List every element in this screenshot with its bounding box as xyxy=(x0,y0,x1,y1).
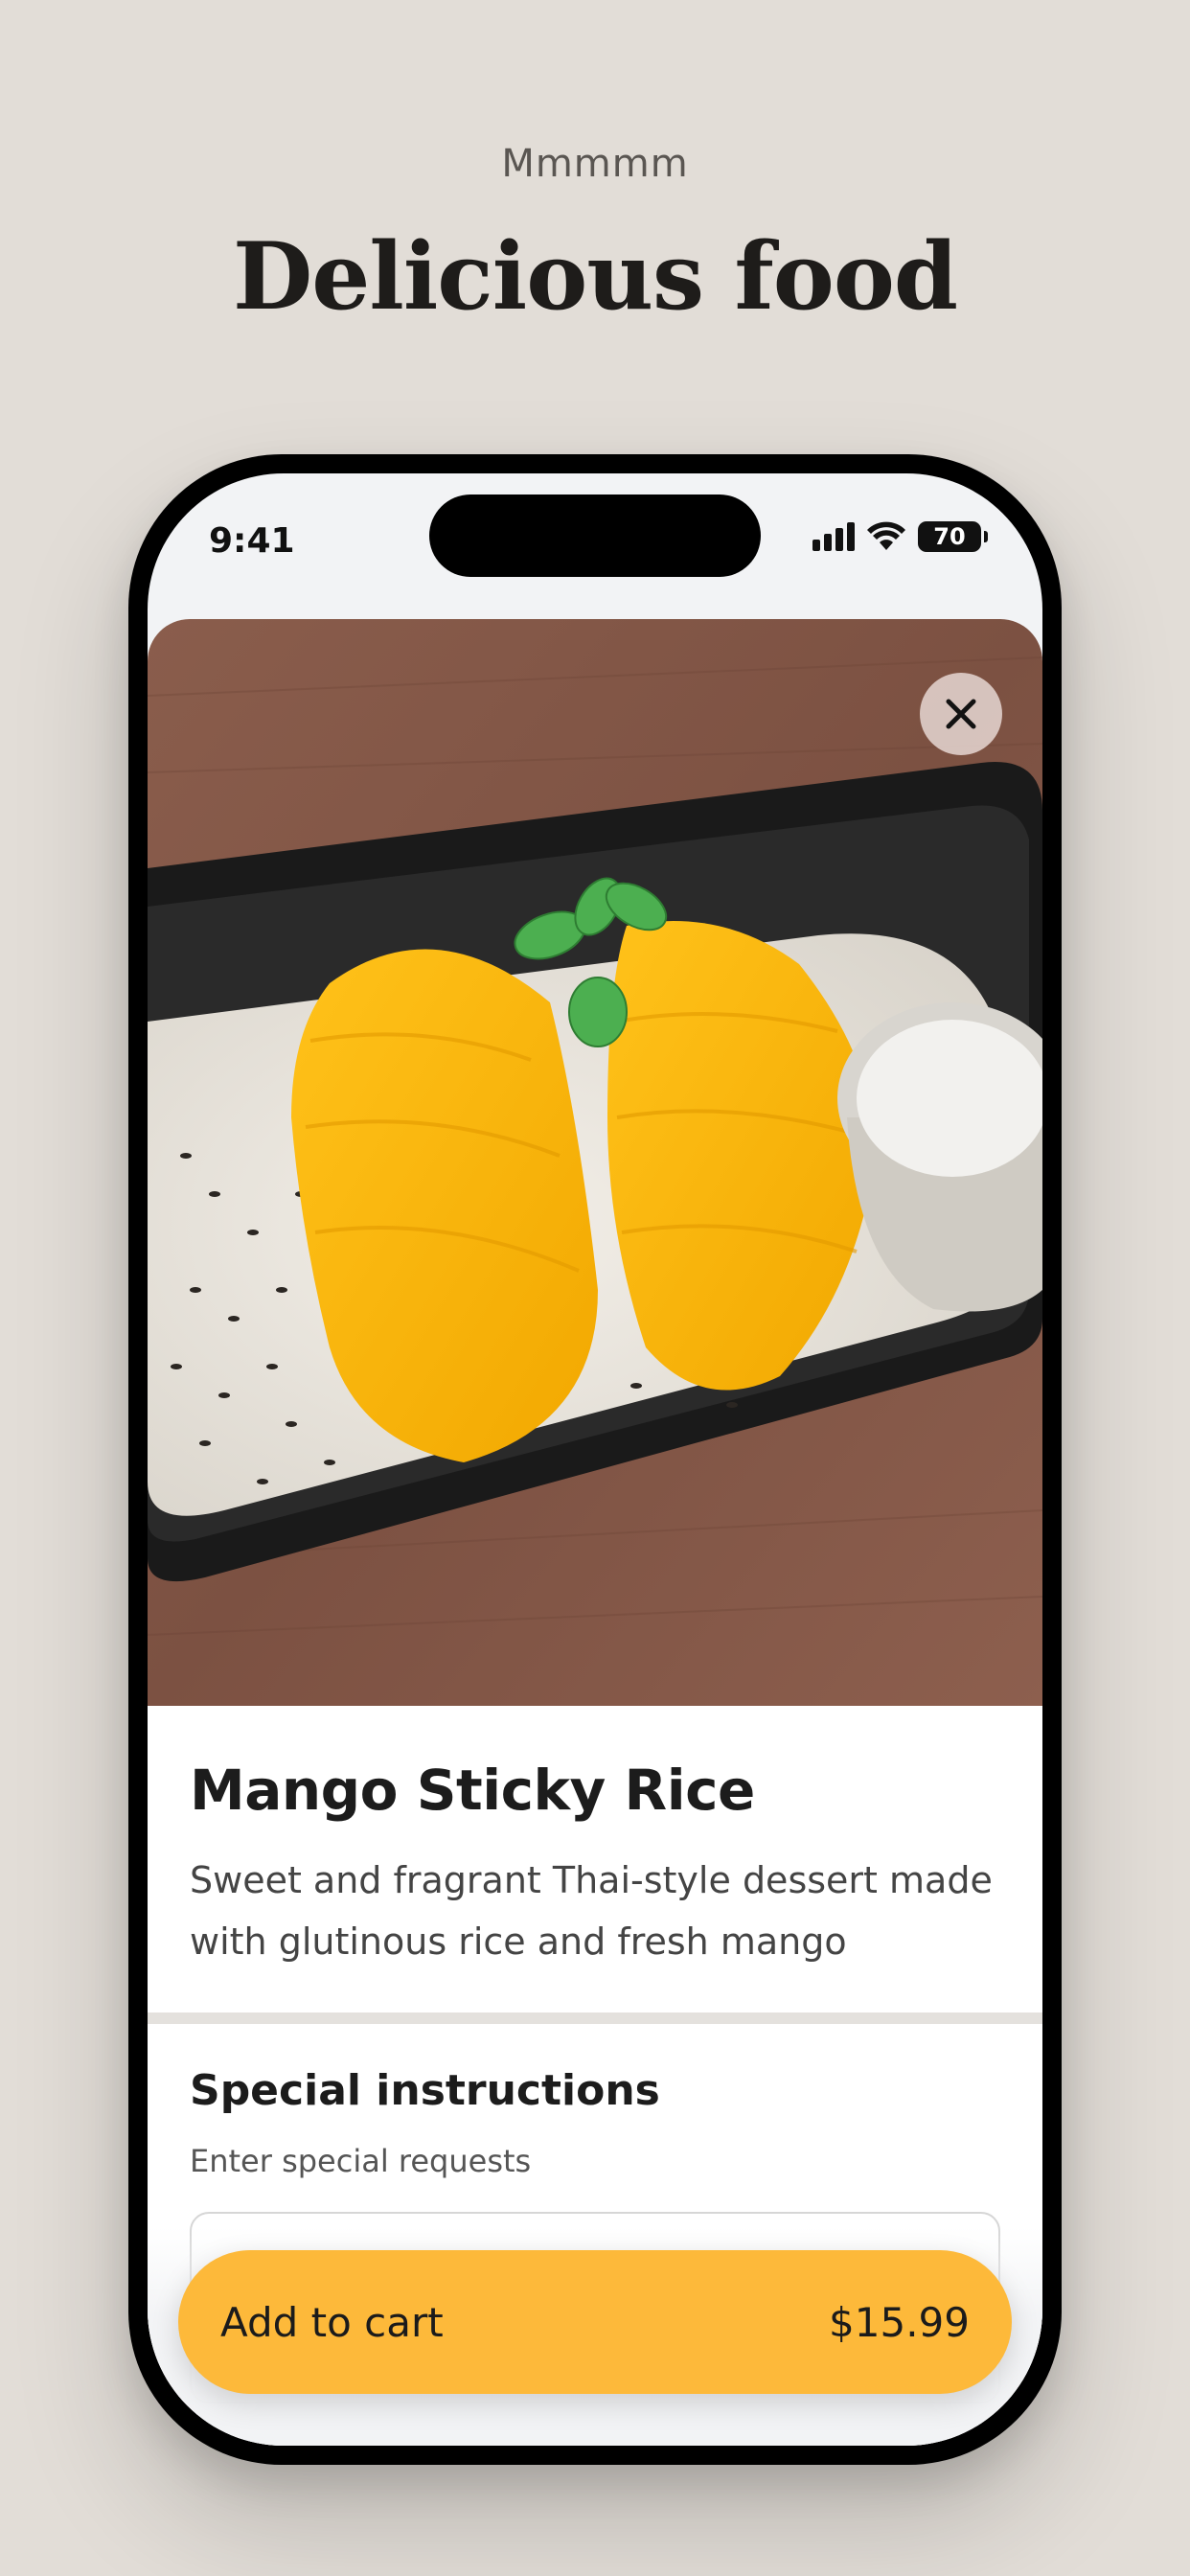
item-title: Mango Sticky Rice xyxy=(190,1758,755,1823)
mango-sticky-rice-photo xyxy=(148,619,1042,1706)
close-button[interactable] xyxy=(920,673,1002,755)
add-to-cart-button[interactable]: Add to cart $15.99 xyxy=(178,2250,1012,2394)
item-description: Sweet and fragrant Thai-style dessert ma… xyxy=(190,1859,993,1963)
section-divider xyxy=(148,2012,1042,2024)
add-to-cart-label: Add to cart xyxy=(220,2298,444,2346)
battery-level: 70 xyxy=(933,523,966,550)
headline: Delicious food xyxy=(233,222,958,331)
status-icons: 70 xyxy=(812,518,988,556)
signal-icon xyxy=(812,522,855,551)
cart-price: $15.99 xyxy=(829,2298,970,2346)
item-sheet: Mango Sticky Rice Sweet and fragrant Tha… xyxy=(148,619,1042,2446)
phone-screen: 9:41 70 Mango Sticky Rice Sweet and frag… xyxy=(148,473,1042,2446)
close-icon xyxy=(946,699,976,729)
battery-icon: 70 xyxy=(918,521,988,552)
instructions-subtitle: Enter special requests xyxy=(190,2143,532,2179)
eyebrow-text: Mmmmm xyxy=(501,142,689,186)
status-time: 9:41 xyxy=(209,521,295,561)
wifi-icon xyxy=(867,521,905,550)
instructions-title: Special instructions xyxy=(190,2066,660,2115)
phone-frame: 9:41 70 Mango Sticky Rice Sweet and frag… xyxy=(128,454,1062,2465)
dynamic-island xyxy=(429,494,761,577)
